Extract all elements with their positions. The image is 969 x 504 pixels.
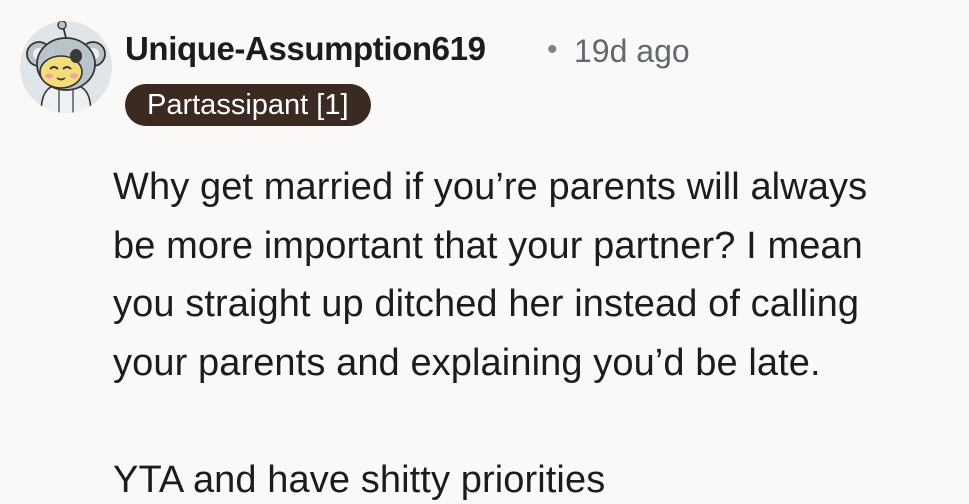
koala-snoo-avatar-icon[interactable]	[19, 20, 113, 114]
comment-body: Why get married if you’re parents will a…	[113, 158, 963, 504]
comment-paragraph: YTA and have shitty priorities	[113, 458, 606, 501]
comment: Unique-Assumption619 • 19d ago Partassip…	[0, 0, 969, 504]
user-flair-badge: Partassipant [1]	[125, 84, 371, 126]
meta-separator: •	[547, 33, 558, 66]
author-username[interactable]: Unique-Assumption619	[125, 30, 486, 68]
comment-paragraph: Why get married if you’re parents will a…	[113, 166, 868, 384]
comment-age[interactable]: 19d ago	[574, 33, 690, 70]
